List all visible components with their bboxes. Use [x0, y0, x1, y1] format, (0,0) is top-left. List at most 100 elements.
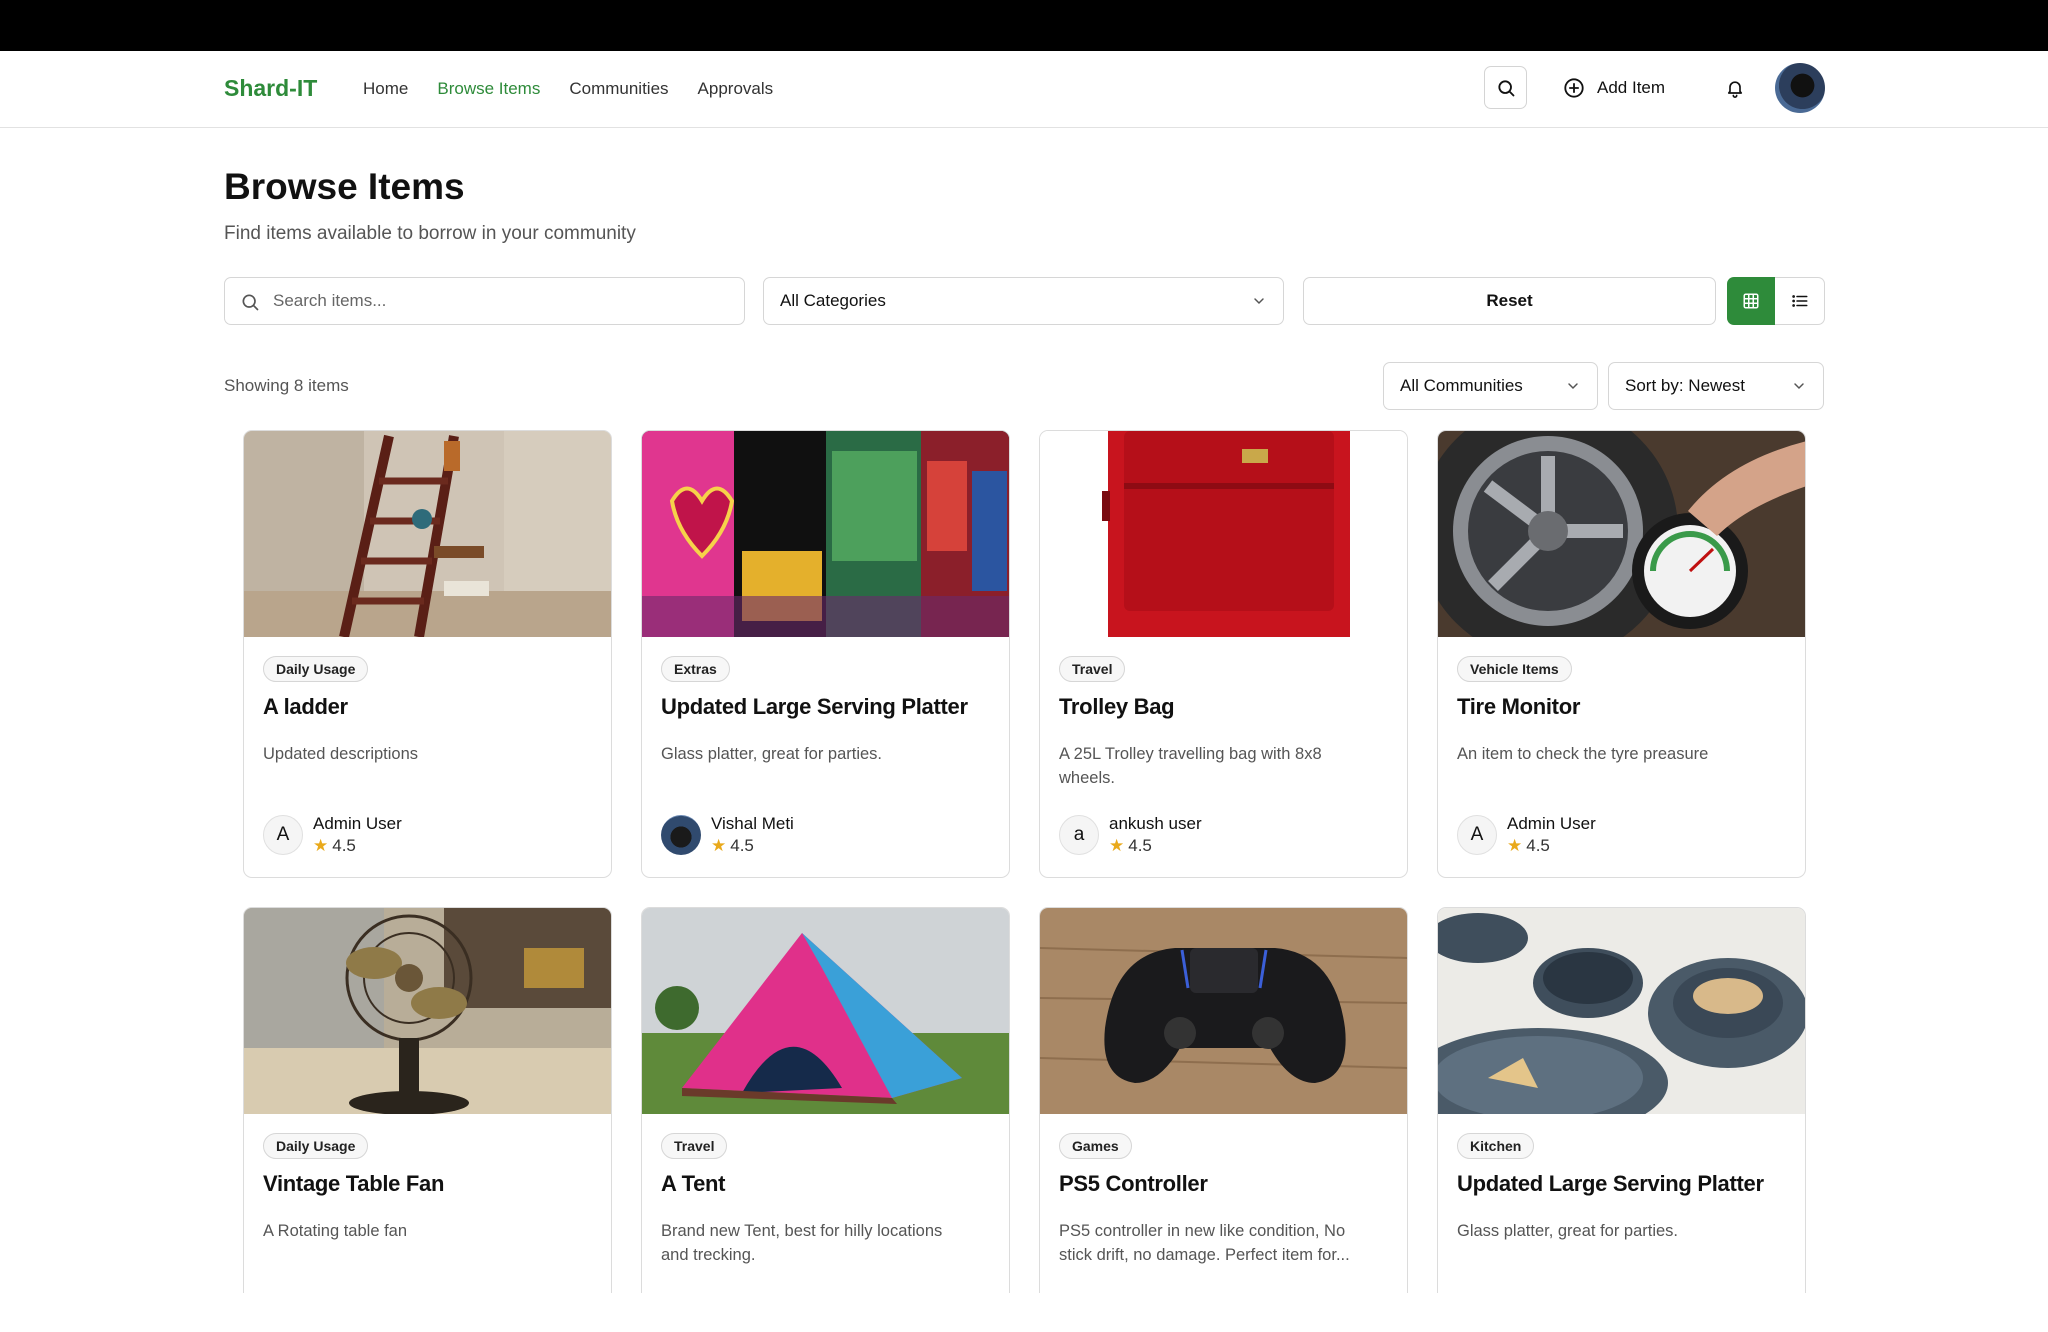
item-card[interactable]: Daily Usage A ladder Updated description… — [243, 430, 612, 878]
reset-button[interactable]: Reset — [1303, 277, 1716, 325]
item-owner: a ankush user ★ 4.5 — [1059, 813, 1202, 857]
chevron-down-icon — [1568, 383, 1578, 390]
nav-approvals[interactable]: Approvals — [698, 79, 774, 99]
grid-view-button[interactable] — [1727, 277, 1775, 325]
owner-avatar — [661, 815, 701, 855]
sort-select[interactable]: Sort by: Newest — [1608, 362, 1824, 410]
owner-name: ankush user — [1109, 814, 1202, 833]
item-description: PS5 controller in new like condition, No… — [1059, 1222, 1350, 1264]
item-description: A 25L Trolley travelling bag with 8x8 wh… — [1059, 745, 1322, 787]
star-icon: ★ — [1109, 836, 1125, 855]
search-button[interactable] — [1484, 66, 1527, 109]
star-icon: ★ — [313, 836, 329, 855]
community-select[interactable]: All Communities — [1383, 362, 1598, 410]
navbar: Shard-IT Home Browse Items Communities A… — [0, 51, 2048, 128]
item-name[interactable]: Updated Large Serving Platter — [661, 694, 968, 720]
item-card[interactable]: Extras Updated Large Serving Platter Gla… — [641, 430, 1010, 878]
item-image — [1040, 431, 1407, 637]
nav-browse-items[interactable]: Browse Items — [437, 79, 540, 99]
list-view-button[interactable] — [1775, 277, 1825, 325]
category-badge: Kitchen — [1457, 1133, 1535, 1159]
owner-avatar: A — [1457, 815, 1497, 855]
search-input[interactable]: Search items... — [224, 277, 745, 325]
search-icon — [1497, 79, 1514, 96]
item-image — [244, 431, 611, 637]
item-image — [642, 908, 1009, 1114]
item-name[interactable]: Updated Large Serving Platter — [1457, 1171, 1764, 1197]
plus-circle-icon — [1564, 78, 1584, 98]
owner-avatar: A — [263, 815, 303, 855]
search-placeholder: Search items... — [273, 291, 387, 310]
chevron-down-icon — [1254, 298, 1264, 305]
item-name[interactable]: PS5 Controller — [1059, 1171, 1208, 1197]
category-badge: Vehicle Items — [1457, 656, 1572, 682]
owner-name: Admin User — [313, 814, 402, 833]
community-value: All Communities — [1400, 376, 1523, 395]
results-count: Showing 8 items — [224, 376, 349, 395]
chevron-down-icon — [1794, 383, 1804, 390]
owner-name: Vishal Meti — [711, 814, 794, 833]
nav-home[interactable]: Home — [363, 79, 408, 99]
item-owner: Vishal Meti ★ 4.5 — [661, 813, 794, 857]
item-owner: A Admin User ★ 4.5 — [263, 813, 402, 857]
nav-links: Home Browse Items Communities Approvals — [363, 79, 773, 99]
owner-rating: ★ 4.5 — [711, 835, 794, 857]
list-icon — [1791, 295, 1807, 307]
item-card[interactable]: Travel Trolley Bag A 25L Trolley travell… — [1039, 430, 1408, 878]
category-value: All Categories — [780, 291, 886, 310]
nav-communities[interactable]: Communities — [569, 79, 668, 99]
item-image — [1040, 908, 1407, 1114]
notifications-button[interactable] — [1720, 71, 1750, 105]
owner-rating: ★ 4.5 — [1507, 835, 1596, 857]
top-bar — [0, 0, 2048, 51]
category-badge: Games — [1059, 1133, 1132, 1159]
item-card[interactable]: Daily Usage Vintage Table Fan A Rotating… — [243, 907, 612, 1307]
add-item-button[interactable]: Add Item — [1563, 74, 1665, 102]
item-image — [642, 431, 1009, 637]
bottom-cutoff — [0, 1293, 2048, 1332]
item-card[interactable]: Games PS5 Controller PS5 controller in n… — [1039, 907, 1408, 1307]
user-avatar[interactable] — [1775, 63, 1825, 113]
item-name[interactable]: Tire Monitor — [1457, 694, 1580, 720]
rating-value: 4.5 — [1128, 836, 1152, 855]
page-subtitle: Find items available to borrow in your c… — [224, 223, 636, 244]
item-image — [244, 908, 611, 1114]
category-badge: Travel — [1059, 656, 1126, 682]
category-select[interactable]: All Categories — [763, 277, 1284, 325]
owner-avatar: a — [1059, 815, 1099, 855]
search-icon — [242, 294, 259, 311]
item-name[interactable]: Trolley Bag — [1059, 694, 1175, 720]
item-name[interactable]: A ladder — [263, 694, 348, 720]
star-icon: ★ — [711, 836, 727, 855]
item-name[interactable]: Vintage Table Fan — [263, 1171, 444, 1197]
item-owner: A Admin User ★ 4.5 — [1457, 813, 1596, 857]
item-name[interactable]: A Tent — [661, 1171, 726, 1197]
star-icon: ★ — [1507, 836, 1523, 855]
rating-value: 4.5 — [730, 836, 754, 855]
item-description: A Rotating table fan — [263, 1222, 408, 1240]
category-badge: Extras — [661, 656, 730, 682]
category-badge: Daily Usage — [263, 1133, 369, 1159]
item-description: Glass platter, great for parties. — [661, 745, 883, 763]
item-image — [1438, 908, 1805, 1114]
rating-value: 4.5 — [1526, 836, 1550, 855]
logo[interactable]: Shard-IT — [224, 75, 317, 102]
page-title: Browse Items — [224, 166, 465, 207]
category-badge: Travel — [661, 1133, 728, 1159]
bell-icon — [1727, 81, 1743, 98]
item-card[interactable]: Travel A Tent Brand new Tent, best for h… — [641, 907, 1010, 1307]
item-card[interactable]: Vehicle Items Tire Monitor An item to ch… — [1437, 430, 1806, 878]
item-description: Glass platter, great for parties. — [1457, 1222, 1679, 1240]
item-description: An item to check the tyre preasure — [1457, 745, 1709, 763]
item-description: Brand new Tent, best for hilly locations… — [661, 1222, 943, 1264]
item-image — [1438, 431, 1805, 637]
add-item-label: Add Item — [1597, 78, 1666, 97]
owner-name: Admin User — [1507, 814, 1596, 833]
category-badge: Daily Usage — [263, 656, 369, 682]
item-card[interactable]: Kitchen Updated Large Serving Platter Gl… — [1437, 907, 1806, 1307]
grid-icon — [1743, 293, 1759, 309]
owner-rating: ★ 4.5 — [1109, 835, 1202, 857]
item-description: Updated descriptions — [263, 745, 419, 763]
owner-rating: ★ 4.5 — [313, 835, 402, 857]
sort-value: Sort by: Newest — [1625, 376, 1745, 395]
